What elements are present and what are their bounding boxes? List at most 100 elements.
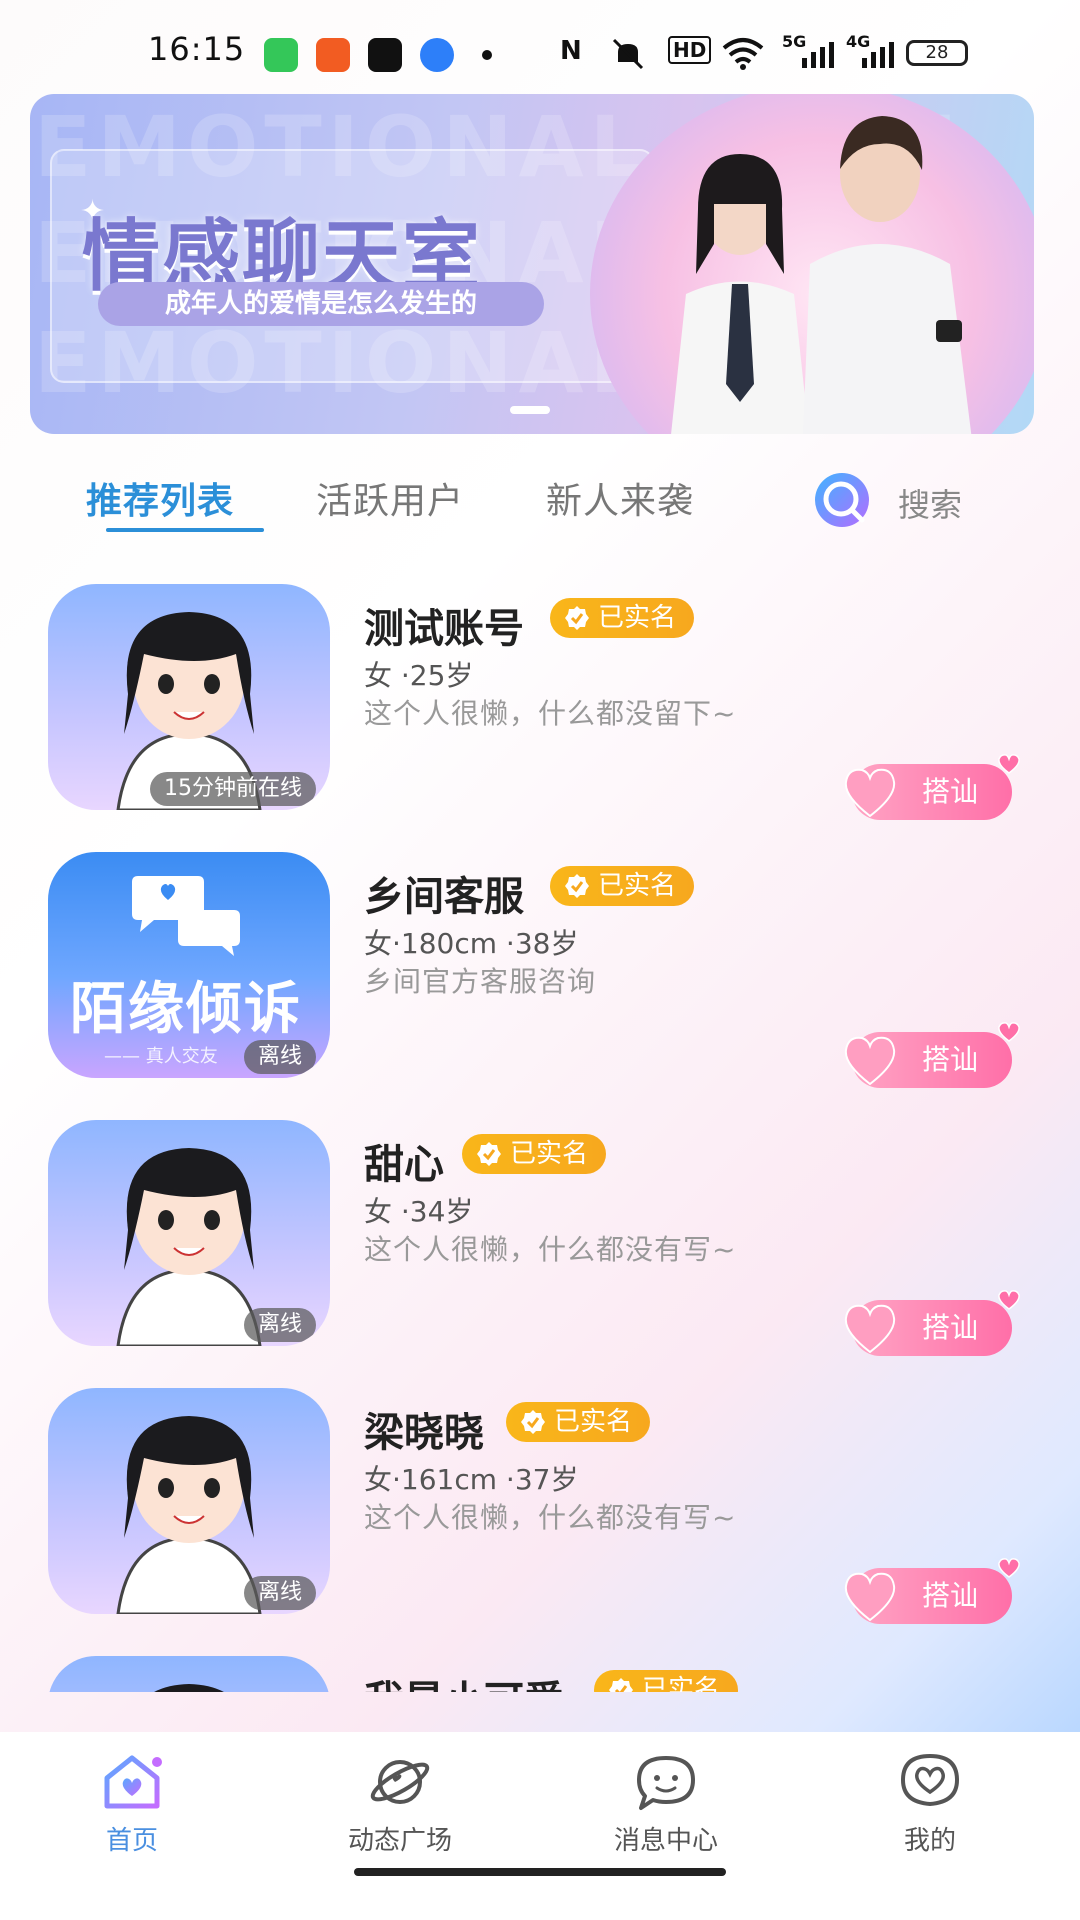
- user-avatar[interactable]: 离线: [48, 1388, 330, 1614]
- user-bio: 这个人很懒，什么都没有写~: [364, 1501, 737, 1534]
- active-tab-underline: [106, 528, 264, 532]
- bottom-navigation: 首页 动态广场 消息中心 我的: [0, 1732, 1080, 1920]
- user-card[interactable]: 我是小可爱 已实名: [0, 1656, 1080, 1692]
- verified-check-icon: [565, 606, 589, 630]
- user-card[interactable]: 离线 梁晓晓 已实名 女·161cm ·37岁 这个人很懒，什么都没有写~ 搭讪: [0, 1388, 1080, 1656]
- user-meta: 女 ·25岁: [364, 659, 474, 692]
- signal-4g-icon: [862, 42, 898, 72]
- user-bio: 乡间官方客服咨询: [364, 965, 597, 998]
- small-heart-icon: [998, 1290, 1020, 1310]
- app-icon-orange: [316, 38, 350, 72]
- user-bio: 这个人很懒，什么都没留下~: [364, 697, 737, 730]
- wifi-icon: [722, 36, 764, 74]
- heart-icon: [844, 1304, 896, 1354]
- messages-app-icon: [264, 38, 298, 72]
- chat-button[interactable]: 搭讪: [844, 754, 1020, 820]
- online-status-label: 离线: [243, 1576, 316, 1610]
- chat-button[interactable]: 搭讪: [844, 1290, 1020, 1356]
- nav-profile-label: 我的: [903, 1826, 956, 1856]
- verified-badge-label: 已实名: [554, 1407, 633, 1437]
- nav-home[interactable]: 首页: [32, 1752, 232, 1857]
- user-meta: 女·161cm ·37岁: [364, 1463, 579, 1496]
- promo-banner[interactable]: EMOTIONAL CHAT EMOTIONAL CHAT EMOTIONAL …: [30, 94, 1034, 434]
- hd-icon: HD: [668, 36, 712, 64]
- user-meta: 女·180cm ·38岁: [364, 927, 579, 960]
- small-heart-icon: [998, 1022, 1020, 1042]
- verified-check-icon: [609, 1678, 633, 1692]
- user-bio: 这个人很懒，什么都没有写~: [364, 1233, 737, 1266]
- user-list[interactable]: 15分钟前在线 测试账号 已实名 女 ·25岁 这个人很懒，什么都没留下~ 搭讪…: [0, 584, 1080, 1692]
- verified-check-icon: [565, 874, 589, 898]
- search-icon[interactable]: [808, 470, 878, 532]
- nav-feed[interactable]: 动态广场: [300, 1752, 500, 1857]
- user-name[interactable]: 测试账号: [364, 596, 524, 654]
- banner-subtitle: 成年人的爱情是怎么发生的: [98, 282, 544, 326]
- verified-badge-label: 已实名: [598, 603, 677, 633]
- verified-badge-label: 已实名: [510, 1139, 589, 1169]
- online-status-label: 离线: [243, 1040, 316, 1074]
- user-name[interactable]: 梁晓晓: [364, 1400, 484, 1458]
- user-name[interactable]: 乡间客服: [364, 864, 524, 922]
- tab-newcomers[interactable]: 新人来袭: [546, 472, 694, 524]
- avatar-logo-text: 陌缘倾诉: [70, 977, 302, 1042]
- user-avatar[interactable]: 离线: [48, 1120, 330, 1346]
- user-card[interactable]: 离线 甜心 已实名 女 ·34岁 这个人很懒，什么都没有写~ 搭讪: [0, 1120, 1080, 1388]
- tab-recommended[interactable]: 推荐列表: [86, 472, 234, 524]
- browser-icon: [420, 38, 454, 72]
- status-time: 16:15: [148, 30, 246, 68]
- chat-button[interactable]: 搭讪: [844, 1558, 1020, 1624]
- user-card[interactable]: 陌缘倾诉 —— 真人交友 离线 乡间客服 已实名 女·180cm ·38岁 乡间…: [0, 852, 1080, 1120]
- signal-5g-icon: [802, 42, 838, 72]
- heart-icon: [844, 768, 896, 818]
- nav-messages-label: 消息中心: [613, 1826, 718, 1856]
- profile-heart-icon: [900, 1753, 960, 1807]
- user-card[interactable]: 15分钟前在线 测试账号 已实名 女 ·25岁 这个人很懒，什么都没留下~ 搭讪: [0, 584, 1080, 852]
- verified-check-icon: [477, 1142, 501, 1166]
- banner-page-indicator: [510, 406, 550, 414]
- user-avatar[interactable]: 陌缘倾诉 —— 真人交友 离线: [48, 852, 330, 1078]
- verified-check-icon: [521, 1410, 545, 1434]
- online-status-label: 15分钟前在线: [150, 772, 316, 806]
- small-heart-icon: [998, 1558, 1020, 1578]
- nav-profile[interactable]: 我的: [830, 1752, 1030, 1857]
- message-icon: [637, 1756, 695, 1810]
- avatar-logo-subtitle: —— 真人交友: [104, 1046, 218, 1067]
- online-status-label: 离线: [243, 1308, 316, 1342]
- chat-button-label: 搭讪: [921, 1579, 978, 1612]
- user-avatar[interactable]: 15分钟前在线: [48, 584, 330, 810]
- tab-active-users[interactable]: 活跃用户: [316, 472, 464, 524]
- nfc-icon: N: [560, 36, 582, 66]
- chat-button-label: 搭讪: [921, 1311, 978, 1344]
- chat-button-label: 搭讪: [921, 775, 978, 808]
- user-avatar[interactable]: [48, 1656, 330, 1692]
- battery-indicator: 28: [906, 40, 968, 66]
- home-indicator[interactable]: [354, 1868, 726, 1876]
- heart-icon: [844, 1036, 896, 1086]
- chat-bubbles-icon: [132, 876, 240, 956]
- verified-badge-label: 已实名: [642, 1675, 721, 1692]
- nav-feed-label: 动态广场: [347, 1826, 452, 1856]
- verified-badge: 已实名: [462, 1134, 607, 1174]
- verified-badge: 已实名: [506, 1402, 651, 1442]
- tiktok-icon: [368, 38, 402, 72]
- chat-button-label: 搭讪: [921, 1043, 978, 1076]
- small-heart-icon: [998, 754, 1020, 774]
- nav-home-label: 首页: [105, 1826, 158, 1856]
- planet-icon: [370, 1760, 430, 1804]
- chat-button[interactable]: 搭讪: [844, 1022, 1020, 1088]
- user-meta: 女 ·34岁: [364, 1195, 474, 1228]
- verified-badge-label: 已实名: [598, 871, 677, 901]
- heart-icon: [844, 1572, 896, 1622]
- home-icon: [104, 1755, 162, 1809]
- status-bar: 16:15 N HD 5G 4G 28: [0, 0, 1080, 96]
- verified-badge: 已实名: [550, 866, 695, 906]
- user-name[interactable]: 甜心: [364, 1132, 444, 1190]
- nav-messages[interactable]: 消息中心: [566, 1752, 766, 1857]
- more-notifications-dot: [482, 50, 492, 60]
- verified-badge: 已实名: [594, 1670, 739, 1692]
- user-name[interactable]: 我是小可爱: [364, 1668, 564, 1692]
- search-button-label[interactable]: 搜索: [898, 480, 962, 526]
- verified-badge: 已实名: [550, 598, 695, 638]
- girl-avatar-icon: [154, 1684, 224, 1692]
- banner-couple-image: [590, 94, 1034, 434]
